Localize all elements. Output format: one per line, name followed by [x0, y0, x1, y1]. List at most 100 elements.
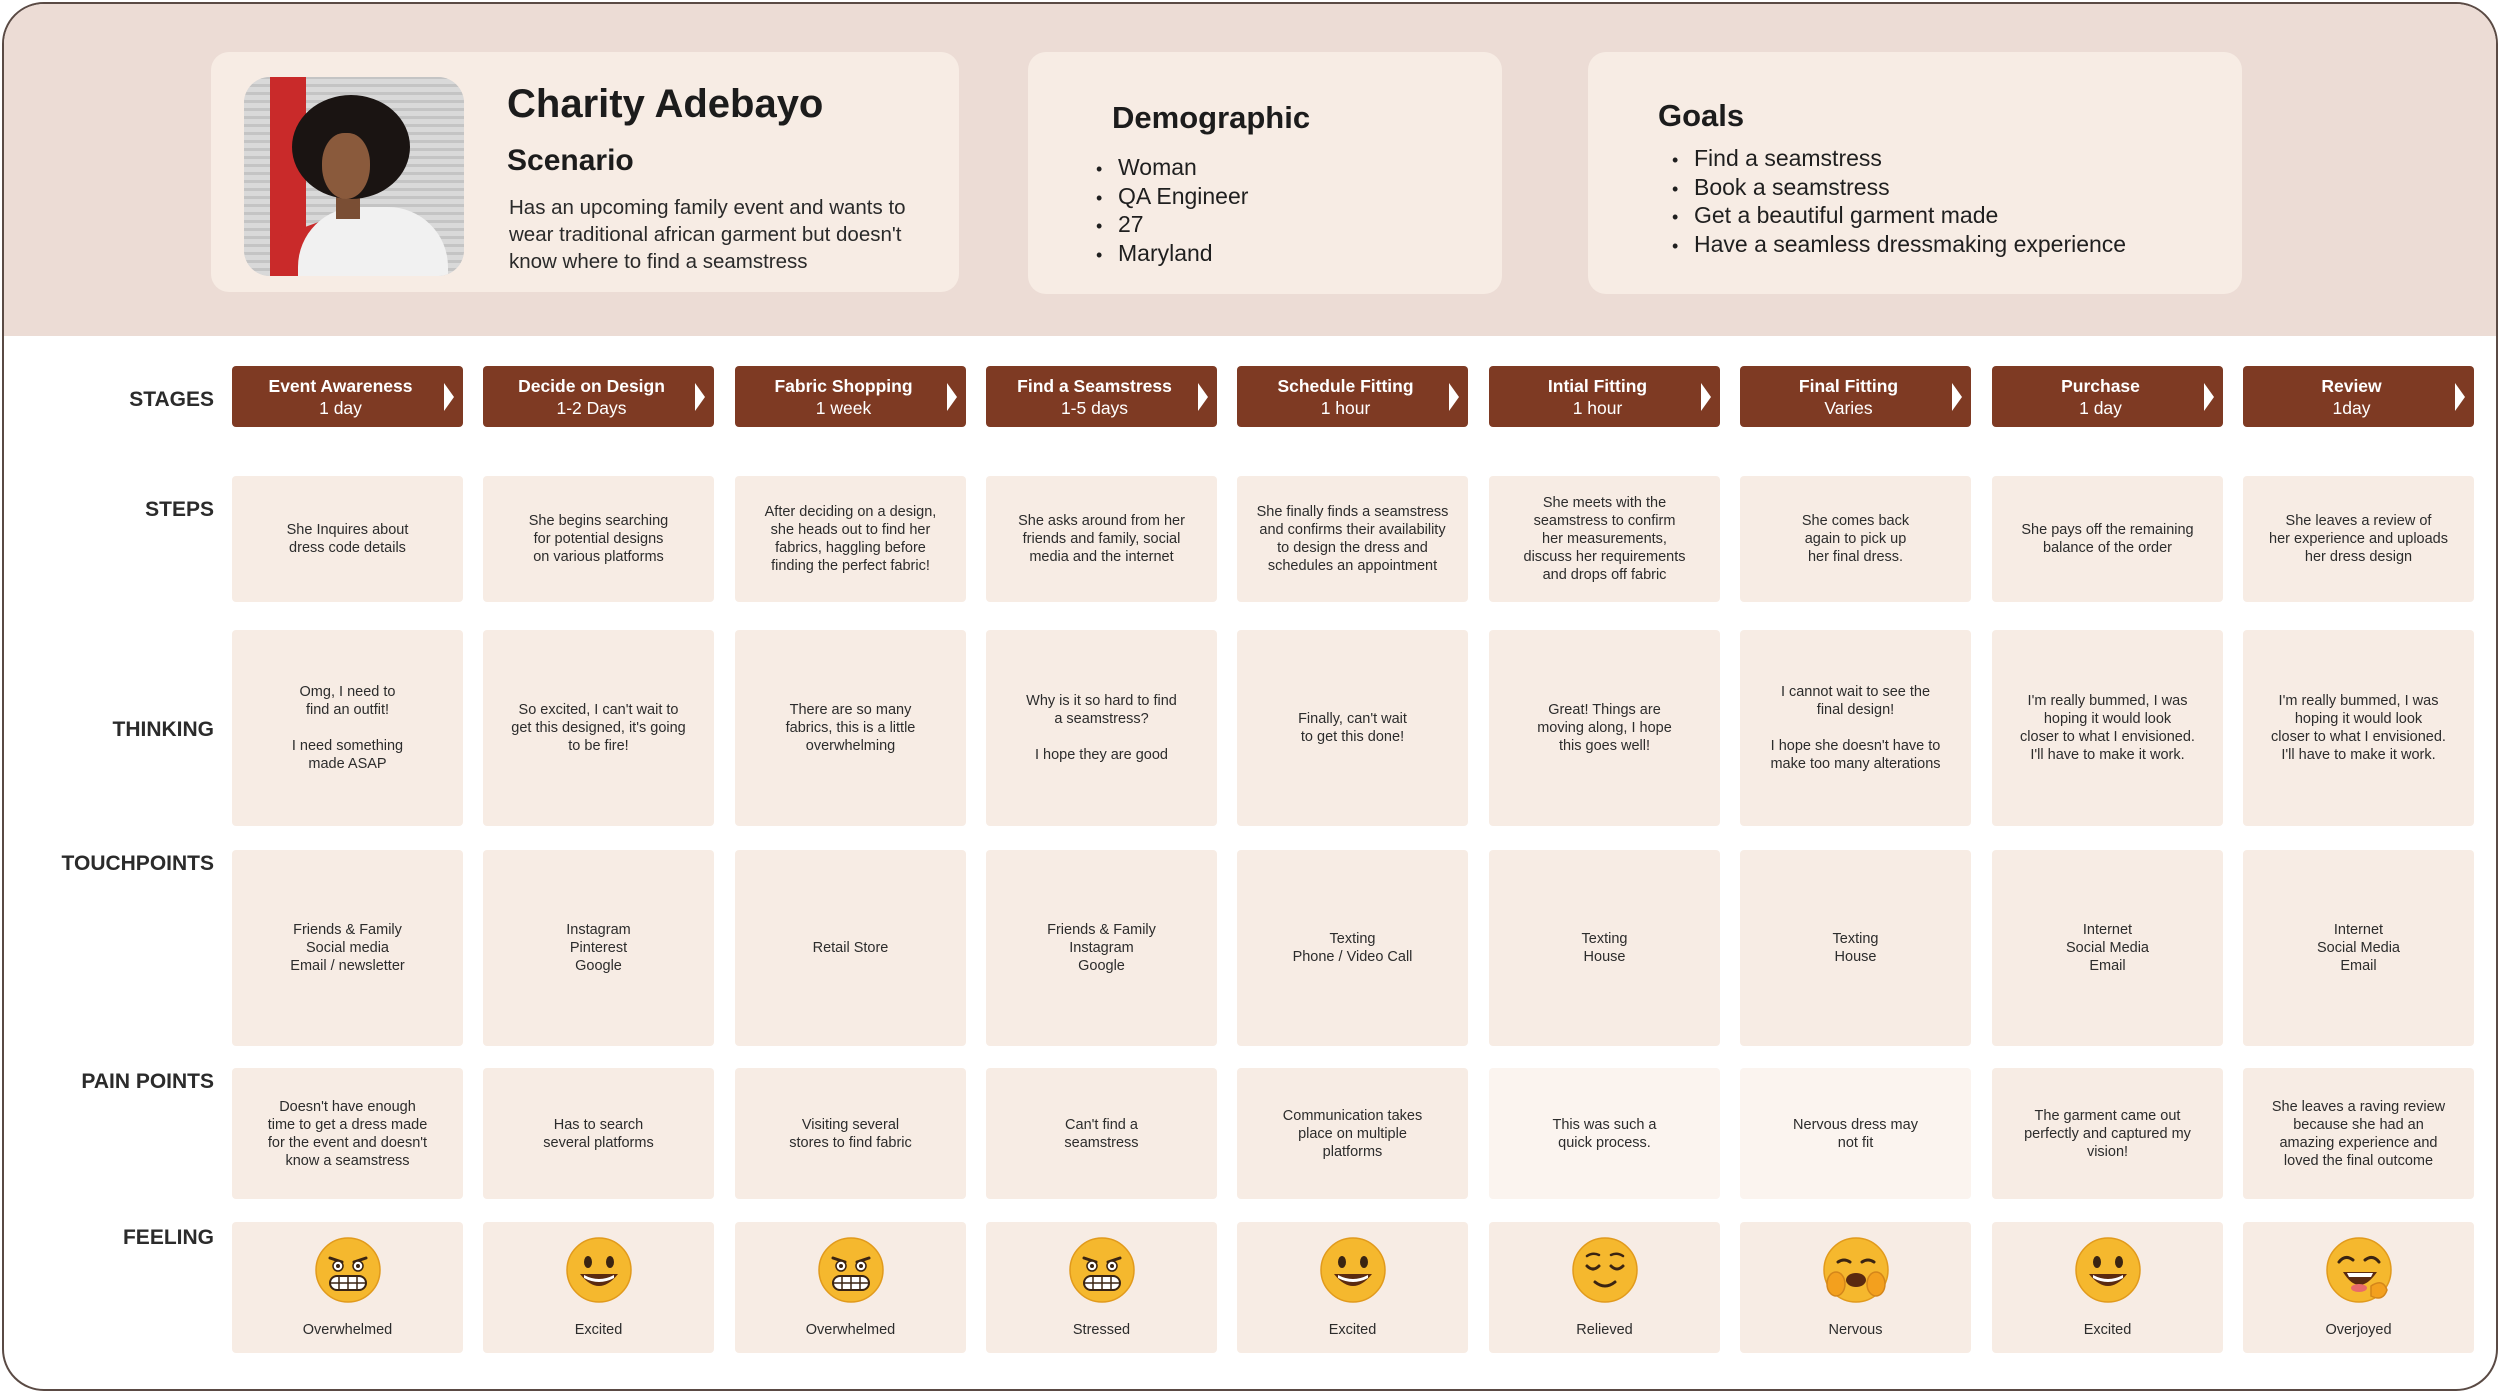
demographic-list: Woman QA Engineer 27 Maryland — [1096, 154, 1248, 268]
chevron-right-icon — [1449, 383, 1459, 411]
thinking-cell: There are so many fabrics, this is a lit… — [735, 630, 966, 826]
feeling-label: Overwhelmed — [302, 1322, 393, 1338]
stage-duration: 1 week — [815, 398, 872, 418]
stage-duration: 1 day — [319, 398, 362, 418]
feeling-cell: Stressed — [986, 1222, 1217, 1353]
goals-card: Goals Find a seamstress Book a seamstres… — [1588, 52, 2242, 294]
chevron-right-icon — [2204, 383, 2214, 411]
pain-points-cell: She leaves a raving review because she h… — [2243, 1068, 2474, 1199]
feeling-cell: Nervous — [1740, 1222, 1971, 1353]
chevron-right-icon — [947, 383, 957, 411]
stage-chip: Decide on Design 1-2 Days — [483, 366, 714, 427]
persona-name: Charity Adebayo — [507, 82, 824, 126]
stage-chip: Find a Seamstress 1-5 days — [986, 366, 1217, 427]
steps-cell: She pays off the remaining balance of th… — [1992, 476, 2223, 602]
chevron-right-icon — [444, 383, 454, 411]
thinking-cell: I cannot wait to see the final design! I… — [1740, 630, 1971, 826]
steps-cell: After deciding on a design, she heads ou… — [735, 476, 966, 602]
touchpoints-cell: Internet Social Media Email — [1992, 850, 2223, 1046]
row-label-stages: STAGES — [129, 388, 214, 411]
feeling-cell: Overwhelmed — [735, 1222, 966, 1353]
pain-points-cell: This was such a quick process. — [1489, 1068, 1720, 1199]
goals-title: Goals — [1658, 98, 1745, 133]
thinking-cell: Why is it so hard to find a seamstress? … — [986, 630, 1217, 826]
stage-name: Event Awareness — [268, 376, 413, 396]
feeling-cell: Overjoyed — [2243, 1222, 2474, 1353]
demographic-card: Demographic Woman QA Engineer 27 Marylan… — [1028, 52, 1502, 294]
stage-duration: 1day — [2332, 398, 2371, 418]
stage-name: Final Fitting — [1798, 376, 1899, 396]
stage-chip: Final Fitting Varies — [1740, 366, 1971, 427]
stage-chip: Schedule Fitting 1 hour — [1237, 366, 1468, 427]
touchpoints-cell: Instagram Pinterest Google — [483, 850, 714, 1046]
pain-points-cell: Has to search several platforms — [483, 1068, 714, 1199]
stage-name: Purchase — [2061, 376, 2140, 396]
scenario-heading: Scenario — [507, 144, 634, 177]
steps-cell: She finally finds a seamstress and confi… — [1237, 476, 1468, 602]
stage-duration: 1 hour — [1572, 398, 1623, 418]
stage-duration: 1-5 days — [1060, 398, 1129, 418]
chevron-right-icon — [1198, 383, 1208, 411]
demographic-item: Maryland — [1096, 240, 1248, 269]
chevron-right-icon — [1952, 383, 1962, 411]
thinking-cell: Great! Things are moving along, I hope t… — [1489, 630, 1720, 826]
persona-header: Charity Adebayo Scenario Has an upcoming… — [4, 4, 2496, 336]
persona-card: Charity Adebayo Scenario Has an upcoming… — [211, 52, 959, 292]
feeling-cell: Relieved — [1489, 1222, 1720, 1353]
goal-item: Find a seamstress — [1672, 145, 2126, 174]
pain-points-cell: Can't find a seamstress — [986, 1068, 1217, 1199]
chevron-right-icon — [2455, 383, 2465, 411]
demographic-item: 27 — [1096, 211, 1248, 240]
stage-name: Decide on Design — [518, 376, 665, 396]
feeling-cell: Overwhelmed — [232, 1222, 463, 1353]
stage-name: Schedule Fitting — [1277, 376, 1414, 396]
stage-duration: 1-2 Days — [556, 398, 627, 418]
stage-chip: Purchase 1 day — [1992, 366, 2223, 427]
touchpoints-cell: Retail Store — [735, 850, 966, 1046]
persona-photo — [244, 77, 464, 276]
steps-cell: She comes back again to pick up her fina… — [1740, 476, 1971, 602]
touchpoints-cell: Internet Social Media Email — [2243, 850, 2474, 1046]
feeling-label: Overwhelmed — [805, 1322, 896, 1338]
thinking-cell: I'm really bummed, I was hoping it would… — [2243, 630, 2474, 826]
feeling-label: Excited — [574, 1322, 623, 1338]
row-label-steps: STEPS — [145, 498, 214, 521]
row-label-pain-points: PAIN POINTS — [81, 1070, 214, 1093]
stage-name: Intial Fitting — [1547, 376, 1648, 396]
thinking-cell: I'm really bummed, I was hoping it would… — [1992, 630, 2223, 826]
scenario-text: Has an upcoming family event and wants t… — [509, 196, 906, 273]
goal-item: Have a seamless dressmaking experience — [1672, 231, 2126, 260]
thinking-cell: So excited, I can't wait to get this des… — [483, 630, 714, 826]
feeling-cell: Excited — [483, 1222, 714, 1353]
stage-name: Review — [2321, 376, 2382, 396]
pain-points-cell: The garment came out perfectly and captu… — [1992, 1068, 2223, 1199]
chevron-right-icon — [1701, 383, 1711, 411]
steps-cell: She begins searching for potential desig… — [483, 476, 714, 602]
row-label-thinking: THINKING — [112, 718, 215, 741]
goal-item: Get a beautiful garment made — [1672, 202, 2126, 231]
goal-item: Book a seamstress — [1672, 174, 2126, 203]
row-label-feeling: FEELING — [122, 1226, 214, 1249]
journey-map-frame: Charity Adebayo Scenario Has an upcoming… — [2, 2, 2498, 1391]
steps-cell: She asks around from her friends and fam… — [986, 476, 1217, 602]
stage-duration: 1 day — [2079, 398, 2122, 418]
feeling-label: Stressed — [1072, 1322, 1131, 1338]
thinking-cell: Omg, I need to find an outfit! I need so… — [232, 630, 463, 826]
stage-chip: Event Awareness 1 day — [232, 366, 463, 427]
stage-duration: 1 hour — [1320, 398, 1371, 418]
feeling-label: Excited — [2083, 1322, 2132, 1338]
steps-cell: She Inquires about dress code details — [232, 476, 463, 602]
pain-points-cell: Nervous dress may not fit — [1740, 1068, 1971, 1199]
feeling-label: Nervous — [1828, 1322, 1883, 1338]
touchpoints-cell: Texting House — [1489, 850, 1720, 1046]
pain-points-cell: Doesn't have enough time to get a dress … — [232, 1068, 463, 1199]
feeling-label: Relieved — [1576, 1322, 1633, 1338]
demographic-item: Woman — [1096, 154, 1248, 183]
feeling-label: Overjoyed — [2325, 1322, 2392, 1338]
chevron-right-icon — [695, 383, 705, 411]
steps-cell: She meets with the seamstress to confirm… — [1489, 476, 1720, 602]
stage-chip: Fabric Shopping 1 week — [735, 366, 966, 427]
stage-name: Fabric Shopping — [774, 376, 913, 396]
feeling-cell: Excited — [1992, 1222, 2223, 1353]
row-label-touchpoints: TOUCHPOINTS — [61, 852, 214, 875]
